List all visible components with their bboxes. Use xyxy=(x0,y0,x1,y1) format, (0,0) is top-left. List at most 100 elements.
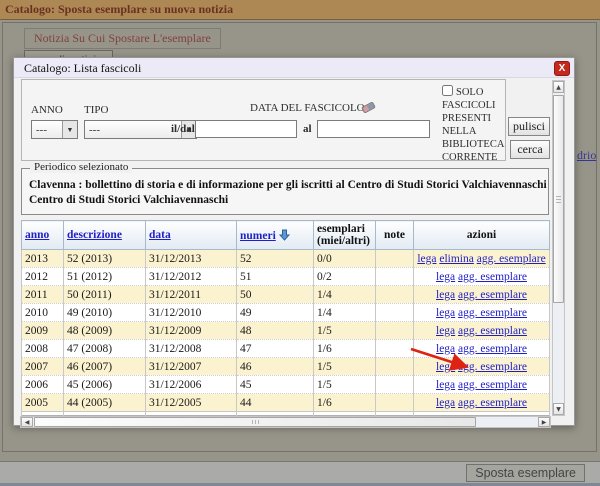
anno-label: ANNO xyxy=(31,104,63,116)
dal-label: il/dal xyxy=(171,123,195,135)
anno-cell: 2009 xyxy=(22,322,64,340)
table-row-2012: 201251 (2012)31/12/2012510/2lega agg. es… xyxy=(22,268,550,286)
esemplari-cell: 0/0 xyxy=(314,250,376,268)
agg-esemplare-link[interactable]: agg. esemplare xyxy=(458,379,527,391)
fascicoli-table-body: 201352 (2013)31/12/2013520/0lega elimina… xyxy=(22,250,550,416)
agg-esemplare-link[interactable]: agg. esemplare xyxy=(477,253,546,265)
column-header-data: data xyxy=(146,221,237,250)
agg-esemplare-link[interactable]: agg. esemplare xyxy=(458,343,527,355)
lega-link[interactable]: lega xyxy=(436,361,455,373)
scroll-right-icon[interactable]: ▶ xyxy=(538,417,550,427)
agg-esemplare-link[interactable]: agg. esemplare xyxy=(458,289,527,301)
numeri-cell: 51 xyxy=(237,268,314,286)
lega-link[interactable]: lega xyxy=(436,289,455,301)
anno-cell: 2012 xyxy=(22,268,64,286)
column-header-anno: anno xyxy=(22,221,64,250)
vertical-scrollbar-thumb[interactable] xyxy=(553,95,564,303)
column-header-descrizione: descrizione xyxy=(64,221,146,250)
numeri-cell: 46 xyxy=(237,358,314,376)
anno-select[interactable]: --- ▼ xyxy=(31,120,78,139)
lega-link[interactable]: lega xyxy=(436,343,455,355)
numeri-cell: 49 xyxy=(237,304,314,322)
esemplari-cell: 1/6 xyxy=(314,394,376,412)
table-row-2008: 200847 (2008)31/12/2008471/6lega agg. es… xyxy=(22,340,550,358)
numeri-cell: 52 xyxy=(237,250,314,268)
descrizione-cell: 50 (2011) xyxy=(64,286,146,304)
azioni-cell: lega agg. esemplare xyxy=(414,322,550,340)
azioni-cell: lega agg. esemplare xyxy=(414,376,550,394)
horizontal-scrollbar[interactable]: ◀ ▶ xyxy=(20,416,551,428)
close-icon[interactable]: X xyxy=(554,61,570,76)
lega-link[interactable]: lega xyxy=(436,397,455,409)
data-cell: 31/12/2005 xyxy=(146,394,237,412)
note-cell xyxy=(376,268,414,286)
pulisci-button[interactable]: pulisci xyxy=(508,117,550,136)
periodico-publisher: Centro di Studi Storici Valchiavennaschi xyxy=(29,193,541,208)
agg-esemplare-link[interactable]: agg. esemplare xyxy=(458,361,527,373)
note-cell xyxy=(376,322,414,340)
agg-esemplare-link[interactable]: agg. esemplare xyxy=(458,307,527,319)
al-date-input[interactable] xyxy=(317,120,430,138)
cerca-button[interactable]: cerca xyxy=(510,140,550,159)
agg-esemplare-link[interactable]: agg. esemplare xyxy=(458,271,527,283)
sort-link-data[interactable]: data xyxy=(149,229,171,241)
agg-esemplare-link[interactable]: agg. esemplare xyxy=(458,397,527,409)
azioni-cell: lega agg. esemplare xyxy=(414,268,550,286)
note-cell xyxy=(376,250,414,268)
scroll-up-icon[interactable]: ▲ xyxy=(553,81,564,93)
numeri-cell: 50 xyxy=(237,286,314,304)
chevron-down-icon: ▼ xyxy=(62,121,77,138)
anno-cell: 2008 xyxy=(22,340,64,358)
sort-link-anno[interactable]: anno xyxy=(25,229,49,241)
sort-link-numeri[interactable]: numeri xyxy=(240,230,276,242)
elimina-link[interactable]: elimina xyxy=(439,253,474,265)
sort-link-descrizione[interactable]: descrizione xyxy=(67,229,122,241)
azioni-cell: lega agg. esemplare xyxy=(414,286,550,304)
anno-cell: 2010 xyxy=(22,304,64,322)
column-header-label: esemplari (miei/altri) xyxy=(317,223,370,247)
dal-date-input[interactable] xyxy=(195,120,297,138)
horizontal-scrollbar-thumb[interactable] xyxy=(34,417,476,427)
agg-esemplare-link[interactable]: agg. esemplare xyxy=(458,325,527,337)
lega-link[interactable]: lega xyxy=(436,271,455,283)
tipo-label: TIPO xyxy=(84,104,108,116)
note-cell xyxy=(376,358,414,376)
anno-select-value: --- xyxy=(32,124,62,136)
dialog-body: ANNO --- ▼ TIPO --- ▼ DATA DEL FASCICOLO… xyxy=(14,79,574,425)
table-row-2013: 201352 (2013)31/12/2013520/0lega elimina… xyxy=(22,250,550,268)
descrizione-cell: 51 (2012) xyxy=(64,268,146,286)
scroll-down-icon[interactable]: ▼ xyxy=(553,403,564,415)
table-row-2007: 200746 (2007)31/12/2007461/5lega agg. es… xyxy=(22,358,550,376)
table-row-2005: 200544 (2005)31/12/2005441/6lega agg. es… xyxy=(22,394,550,412)
table-row-2009: 200948 (2009)31/12/2009481/5lega agg. es… xyxy=(22,322,550,340)
data-cell: 31/12/2007 xyxy=(146,358,237,376)
vertical-scrollbar[interactable]: ▲ ▼ xyxy=(552,80,565,416)
table-row-2006: 200645 (2006)31/12/2006451/5lega agg. es… xyxy=(22,376,550,394)
data-cell: 31/12/2013 xyxy=(146,250,237,268)
data-cell: 31/12/2010 xyxy=(146,304,237,322)
note-cell xyxy=(376,286,414,304)
descrizione-cell: 46 (2007) xyxy=(64,358,146,376)
descrizione-cell: 48 (2009) xyxy=(64,322,146,340)
descrizione-cell: 45 (2006) xyxy=(64,376,146,394)
fascicoli-table: anno descrizione data numeri esemplari (miei… xyxy=(21,220,550,416)
lega-link[interactable]: lega xyxy=(417,253,436,265)
esemplari-cell: 1/4 xyxy=(314,286,376,304)
lega-link[interactable]: lega xyxy=(436,325,455,337)
column-header-note: note xyxy=(376,221,414,250)
lega-link[interactable]: lega xyxy=(436,307,455,319)
table-row-2011: 201150 (2011)31/12/2011501/4lega agg. es… xyxy=(22,286,550,304)
esemplari-cell: 1/5 xyxy=(314,322,376,340)
anno-cell: 2007 xyxy=(22,358,64,376)
column-header-numeri: numeri xyxy=(237,221,314,250)
data-cell: 31/12/2012 xyxy=(146,268,237,286)
note-cell xyxy=(376,394,414,412)
scroll-left-icon[interactable]: ◀ xyxy=(21,417,33,427)
lega-link[interactable]: lega xyxy=(436,379,455,391)
descrizione-cell: 52 (2013) xyxy=(64,250,146,268)
solo-fascicoli-checkbox[interactable] xyxy=(442,85,453,96)
esemplari-cell: 1/6 xyxy=(314,340,376,358)
data-fascicolo-label: DATA DEL FASCICOLO xyxy=(250,102,365,114)
azioni-cell: lega elimina agg. esemplare xyxy=(414,250,550,268)
lista-fascicoli-dialog: Catalogo: Lista fascicoli X ANNO --- ▼ T… xyxy=(13,57,575,426)
